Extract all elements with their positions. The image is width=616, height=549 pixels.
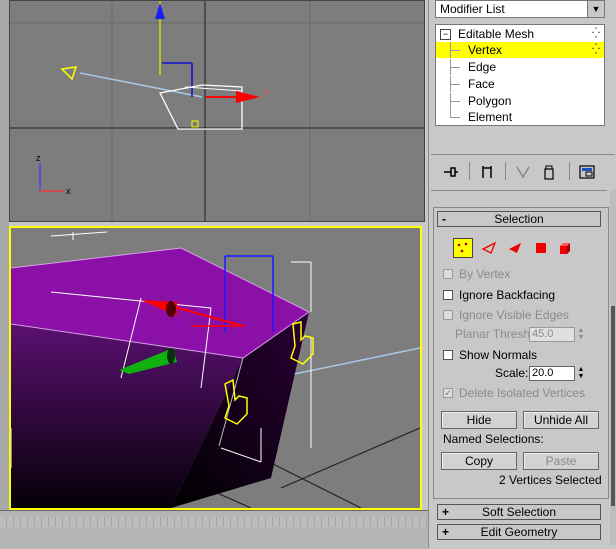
collapse-icon[interactable]: - [442, 212, 446, 226]
vertex-dots-icon: ⁛ [592, 28, 600, 39]
modifier-list-label: Modifier List [440, 2, 505, 16]
scale-field[interactable]: 20.0 [529, 366, 575, 381]
stack-root-label: Editable Mesh [458, 27, 535, 41]
configure-modifier-sets-icon[interactable] [577, 160, 597, 184]
time-slider[interactable] [0, 510, 428, 549]
selection-status: 2 Vertices Selected [499, 473, 602, 487]
show-normals-checkbox[interactable]: Show Normals [443, 347, 537, 363]
ignore-backfacing-label: Ignore Backfacing [459, 288, 556, 302]
stack-item-face[interactable]: Face [436, 76, 604, 92]
make-unique-icon[interactable] [513, 160, 533, 184]
stack-item-polygon[interactable]: Polygon [436, 93, 604, 109]
soft-selection-title: Soft Selection [481, 505, 557, 519]
edit-geometry-title: Edit Geometry [480, 525, 558, 539]
stack-item-element[interactable]: Element [436, 109, 604, 125]
chevron-down-icon[interactable]: ▼ [587, 1, 604, 17]
by-vertex-checkbox[interactable]: By Vertex [443, 266, 510, 282]
show-end-result-icon[interactable] [477, 160, 497, 184]
scale-spinner[interactable]: ▲ ▼ [576, 366, 586, 381]
stack-item-vertex[interactable]: Vertex ⁛ [436, 42, 604, 58]
modifier-stack[interactable]: − Editable Mesh ⁛ Vertex ⁛ Edge Face Pol… [435, 24, 605, 126]
stack-item-label: Polygon [468, 94, 512, 108]
collapse-icon[interactable]: − [440, 29, 451, 40]
ignore-visible-edges-checkbox[interactable]: Ignore Visible Edges [443, 307, 569, 323]
edge-icon[interactable] [479, 238, 499, 258]
show-normals-label: Show Normals [459, 348, 538, 362]
left-strip [0, 0, 9, 548]
modifier-list-dropdown[interactable]: Modifier List ▼ [435, 0, 605, 18]
hide-button[interactable]: Hide [441, 411, 517, 429]
element-icon[interactable] [555, 238, 575, 258]
soft-selection-rollout-header[interactable]: + Soft Selection [437, 504, 601, 520]
selection-title: Selection [494, 212, 544, 226]
viewport-perspective[interactable] [9, 226, 422, 510]
unhide-all-button[interactable]: Unhide All [523, 411, 599, 429]
pin-stack-icon[interactable] [441, 160, 461, 184]
vertex-icon[interactable] [453, 238, 473, 258]
stack-item-edge[interactable]: Edge [436, 59, 604, 75]
camera-target-icon [60, 66, 78, 81]
delete-isolated-label: Delete Isolated Vertices [459, 386, 586, 400]
svg-text:x: x [264, 86, 269, 96]
polygon-icon[interactable] [531, 238, 551, 258]
svg-text:x: x [66, 186, 71, 196]
svg-text:z: z [36, 153, 41, 163]
track-bar[interactable] [0, 517, 428, 527]
viewport-top[interactable]: x z x [9, 0, 425, 222]
copy-button[interactable]: Copy [441, 452, 517, 470]
named-selections-label: Named Selections: [443, 432, 544, 446]
ignore-backfacing-checkbox[interactable]: Ignore Backfacing [443, 287, 555, 303]
edit-geometry-rollout-header[interactable]: + Edit Geometry [437, 524, 601, 540]
planar-thresh-spinner[interactable]: ▲ ▼ [576, 327, 586, 342]
scale-label: Scale: [495, 366, 529, 380]
ignore-visible-edges-label: Ignore Visible Edges [459, 308, 569, 322]
planar-thresh-field[interactable]: 45.0 [529, 327, 575, 342]
paste-button[interactable]: Paste [523, 452, 599, 470]
delete-isolated-vertices-checkbox[interactable]: ✓ Delete Isolated Vertices [443, 385, 585, 401]
remove-modifier-icon[interactable] [539, 160, 559, 184]
stack-item-label: Face [468, 77, 495, 91]
stack-item-label: Edge [468, 60, 497, 74]
command-panel: Modifier List ▼ − Editable Mesh ⁛ Vertex… [428, 0, 616, 548]
planar-thresh-label: Planar Thresh: [455, 327, 534, 341]
viewport-perspective-canvas [11, 231, 420, 508]
viewport-top-canvas: x z x [10, 1, 424, 221]
stack-item-label: Element [468, 110, 513, 124]
vertex-dots-icon: ⁛ [592, 44, 600, 55]
selection-rollout-header[interactable]: - Selection [437, 211, 601, 227]
expand-icon[interactable]: + [442, 505, 449, 519]
face-icon[interactable] [505, 238, 525, 258]
by-vertex-label: By Vertex [459, 267, 511, 281]
panel-scrollbar-thumb[interactable] [611, 306, 615, 506]
expand-icon[interactable]: + [442, 525, 449, 539]
stack-item-label: Vertex [468, 43, 503, 57]
stack-item-editable-mesh[interactable]: − Editable Mesh ⁛ [436, 26, 604, 42]
